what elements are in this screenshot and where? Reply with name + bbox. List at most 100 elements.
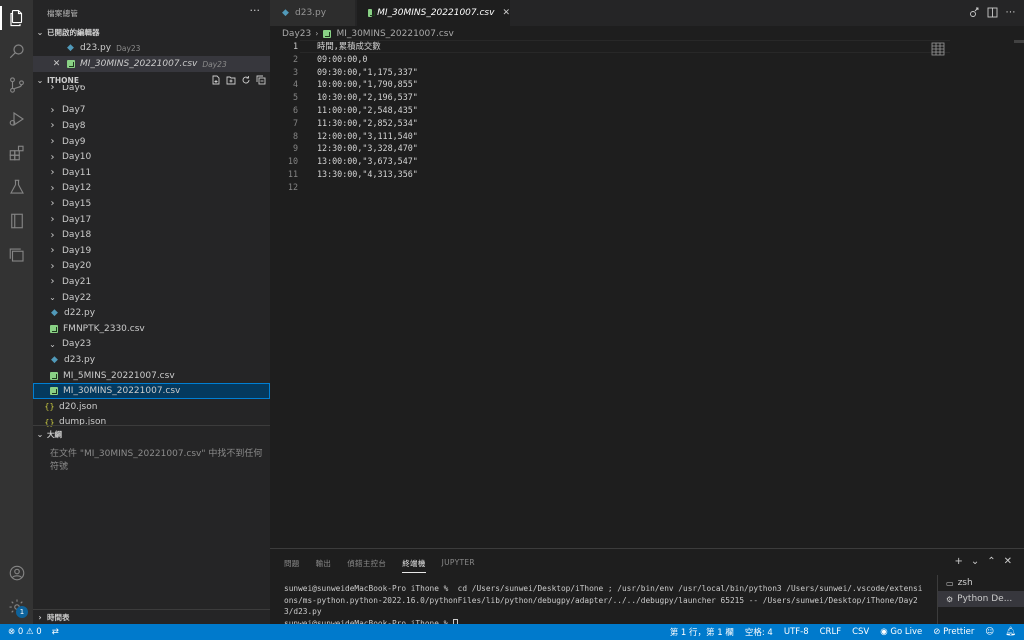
open-changes-icon[interactable] <box>969 6 980 18</box>
tree-folder[interactable]: › Day11 <box>33 165 270 181</box>
line-number: 12 <box>287 181 298 192</box>
remote-explorer-icon[interactable] <box>7 245 26 264</box>
line-number: 10 <box>287 156 298 167</box>
collapse-all-icon[interactable] <box>256 75 266 85</box>
more-actions-icon[interactable]: ··· <box>250 4 261 17</box>
editor-actions: ⋯ <box>969 6 1016 18</box>
problems-status[interactable]: ⊗ 0 ⚠ 0 <box>8 627 42 637</box>
source-control-icon[interactable] <box>7 75 26 94</box>
tree-item-label: Day18 <box>62 230 92 241</box>
extensions-icon[interactable] <box>7 143 26 162</box>
tree-folder[interactable]: › Day7 <box>33 103 270 119</box>
python-file-icon: ◆ <box>67 43 74 53</box>
code-line: 時間,累積成交數 <box>317 41 381 51</box>
tree-file[interactable]: MI_30MINS_20221007.csv <box>33 383 270 399</box>
end-of-line[interactable]: CRLF <box>820 627 841 637</box>
cursor-position[interactable]: 第 1 行，第 1 欄 <box>670 626 734 638</box>
panel-tab-jupyter[interactable]: JUPYTER <box>442 558 475 573</box>
tree-folder[interactable]: › Day9 <box>33 134 270 150</box>
tree-folder[interactable]: › Day20 <box>33 259 270 275</box>
open-editor-item-active[interactable]: ✕ MI_30MINS_20221007.csv Day23 <box>33 56 270 72</box>
indentation[interactable]: 空格: 4 <box>745 626 773 638</box>
editor-tab-bar: ◆ d23.py MI_30MINS_20221007.csv ✕ ⋯ <box>270 0 1024 26</box>
panel-tab-terminal[interactable]: 終端機 <box>402 558 426 573</box>
tree-folder[interactable]: › Day12 <box>33 181 270 197</box>
feedback-icon[interactable]: ☺ <box>985 627 994 637</box>
new-file-icon[interactable] <box>211 75 221 85</box>
chevron-right-icon: › <box>50 151 55 163</box>
python-file-icon: ◆ <box>51 354 58 365</box>
go-live-button[interactable]: ◉ Go Live <box>880 627 922 637</box>
chevron-right-icon: › <box>50 104 55 116</box>
account-icon[interactable] <box>7 563 26 582</box>
chevron-right-icon: › <box>38 612 42 622</box>
new-folder-icon[interactable] <box>226 75 236 85</box>
tree-folder[interactable]: › Day15 <box>33 196 270 212</box>
settings-badge: 1 <box>16 606 28 618</box>
code-content[interactable]: 時間,累積成交數 09:00:00,0 09:30:00,"1,175,337" 10… <box>317 40 937 194</box>
new-terminal-icon[interactable]: + <box>954 556 962 567</box>
close-panel-icon[interactable]: ✕ <box>1004 556 1012 567</box>
tree-folder[interactable]: ⌄ Day22 <box>33 290 270 306</box>
tab-mi-30mins-csv[interactable]: MI_30MINS_20221007.csv ✕ <box>357 0 510 26</box>
breadcrumb-folder[interactable]: Day23 <box>282 29 311 39</box>
tree-folder[interactable]: › Day8 <box>33 118 270 134</box>
panel-tab-output[interactable]: 輸出 <box>316 558 332 573</box>
open-editor-item[interactable]: ◆ d23.py Day23 <box>33 40 270 56</box>
tree-folder[interactable]: › Day10 <box>33 149 270 165</box>
tree-item-label: d22.py <box>64 308 96 319</box>
tab-d23-py[interactable]: ◆ d23.py <box>270 0 356 26</box>
remote-icon[interactable]: ⇄ <box>52 627 59 637</box>
panel-tab-debug-console[interactable]: 偵錯主控台 <box>347 558 386 573</box>
run-debug-icon[interactable] <box>7 109 26 128</box>
close-tab-icon[interactable]: ✕ <box>502 8 510 18</box>
language-mode[interactable]: CSV <box>852 627 869 637</box>
timeline-title: 時間表 <box>47 612 70 622</box>
tree-item-label: Day22 <box>62 292 92 303</box>
maximize-panel-icon[interactable]: ⌃ <box>987 556 995 567</box>
line-number: 1 <box>292 41 298 51</box>
tree-file[interactable]: MI_5MINS_20221007.csv <box>33 368 270 384</box>
timeline-header[interactable]: › 時間表 <box>33 610 270 624</box>
notifications-icon[interactable]: 🔔︎ <box>1005 627 1016 637</box>
tree-folder[interactable]: › Day19 <box>33 243 270 259</box>
tree-folder[interactable]: ⌄ Day23 <box>33 337 270 353</box>
activity-bar: 1 <box>0 0 33 624</box>
tab-label: MI_30MINS_20221007.csv <box>377 8 495 18</box>
terminal-item-zsh[interactable]: ▭ zsh <box>938 575 1024 591</box>
outline-header[interactable]: ⌄ 大綱 <box>33 427 270 441</box>
prettier-status[interactable]: ⊘ Prettier <box>933 627 974 637</box>
broadcast-icon: ◉ <box>880 627 891 637</box>
tree-folder[interactable]: › Day17 <box>33 212 270 228</box>
terminal-dropdown-icon[interactable]: ⌄ <box>971 556 979 567</box>
tree-file[interactable]: ◆ d23.py <box>33 352 270 368</box>
search-icon[interactable] <box>7 41 26 60</box>
tree-folder[interactable]: › Day18 <box>33 227 270 243</box>
breadcrumb-file[interactable]: MI_30MINS_20221007.csv <box>336 29 453 39</box>
tree-item-label: d20.json <box>59 401 98 412</box>
more-actions-icon[interactable]: ⋯ <box>1005 6 1016 18</box>
outline-empty-message: 在文件 "MI_30MINS_20221007.csv" 中找不到任何符號 <box>50 449 263 472</box>
code-line: 09:30:00,"1,175,337" <box>317 66 418 77</box>
code-editor[interactable]: 1 2 3 4 5 6 7 8 9 10 11 12 時間,累積成交數 09:00:00,0 09:30:… <box>270 40 1024 548</box>
close-icon[interactable]: ✕ <box>51 59 62 70</box>
explorer-icon[interactable] <box>7 8 26 27</box>
open-editors-header[interactable]: ⌄ 已開啟的編輯器 <box>33 25 270 39</box>
error-icon: ⊗ <box>8 627 16 637</box>
notebook-icon[interactable] <box>7 211 26 230</box>
tree-file[interactable]: {} d20.json <box>33 399 270 415</box>
encoding[interactable]: UTF-8 <box>784 627 809 637</box>
terminal-output[interactable]: sunwei@sunweideMacBook-Pro iThone % cd /… <box>284 583 924 629</box>
tree-item-label: Day11 <box>62 167 92 178</box>
refresh-icon[interactable] <box>241 75 251 85</box>
panel-tab-problems[interactable]: 問題 <box>284 558 300 573</box>
tree-folder[interactable]: › Day6 <box>33 85 270 93</box>
tree-file[interactable]: FMNPTK_2330.csv <box>33 321 270 337</box>
chevron-right-icon: › <box>50 182 55 194</box>
tree-file[interactable]: ◆ d22.py <box>33 305 270 321</box>
terminal-item-python-debug[interactable]: ⚙ Python De... <box>938 591 1024 607</box>
editor-scrollbar[interactable] <box>1014 40 1024 548</box>
split-editor-icon[interactable] <box>987 6 998 18</box>
tree-folder[interactable]: › Day21 <box>33 274 270 290</box>
testing-icon[interactable] <box>7 177 26 196</box>
